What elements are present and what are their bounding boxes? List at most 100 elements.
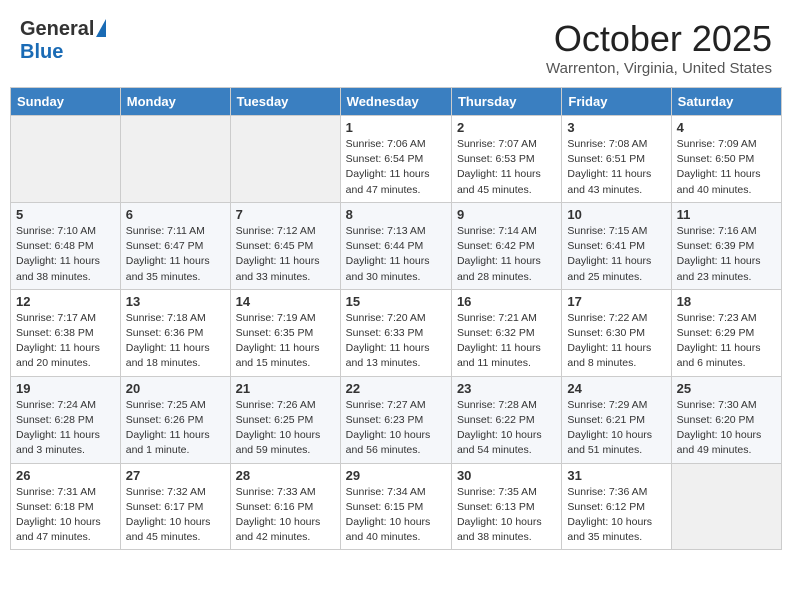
day-info: Sunrise: 7:19 AM Sunset: 6:35 PM Dayligh… bbox=[236, 311, 335, 372]
weekday-header-wednesday: Wednesday bbox=[340, 88, 451, 116]
day-number: 17 bbox=[567, 294, 665, 309]
day-number: 25 bbox=[677, 381, 776, 396]
calendar-cell: 23 Sunrise: 7:28 AM Sunset: 6:22 PM Dayli… bbox=[451, 376, 561, 463]
month-title: October 2025 bbox=[546, 18, 772, 60]
day-info: Sunrise: 7:11 AM Sunset: 6:47 PM Dayligh… bbox=[126, 224, 225, 285]
day-info: Sunrise: 7:24 AM Sunset: 6:28 PM Dayligh… bbox=[16, 398, 115, 459]
day-number: 20 bbox=[126, 381, 225, 396]
calendar-cell: 19 Sunrise: 7:24 AM Sunset: 6:28 PM Dayli… bbox=[11, 376, 121, 463]
day-number: 12 bbox=[16, 294, 115, 309]
calendar-cell: 1 Sunrise: 7:06 AM Sunset: 6:54 PM Daylig… bbox=[340, 116, 451, 203]
day-info: Sunrise: 7:22 AM Sunset: 6:30 PM Dayligh… bbox=[567, 311, 665, 372]
day-number: 8 bbox=[346, 207, 446, 222]
calendar-week-5: 26Sunrise: 7:31 AM Sunset: 6:18 PM Dayli… bbox=[11, 463, 782, 550]
weekday-header-friday: Friday bbox=[562, 88, 671, 116]
day-number: 18 bbox=[677, 294, 776, 309]
calendar-week-1: 1 Sunrise: 7:06 AM Sunset: 6:54 PM Daylig… bbox=[11, 116, 782, 203]
day-number: 16 bbox=[457, 294, 556, 309]
calendar-week-3: 12Sunrise: 7:17 AM Sunset: 6:38 PM Dayli… bbox=[11, 289, 782, 376]
day-number: 24 bbox=[567, 381, 665, 396]
weekday-header-row: SundayMondayTuesdayWednesdayThursdayFrid… bbox=[11, 88, 782, 116]
day-info: Sunrise: 7:21 AM Sunset: 6:32 PM Dayligh… bbox=[457, 311, 556, 372]
calendar-cell bbox=[230, 116, 340, 203]
calendar-cell: 13 Sunrise: 7:18 AM Sunset: 6:36 PM Dayli… bbox=[120, 289, 230, 376]
calendar-cell: 12Sunrise: 7:17 AM Sunset: 6:38 PM Dayli… bbox=[11, 289, 121, 376]
day-info: Sunrise: 7:16 AM Sunset: 6:39 PM Dayligh… bbox=[677, 224, 776, 285]
calendar-cell: 17 Sunrise: 7:22 AM Sunset: 6:30 PM Dayli… bbox=[562, 289, 671, 376]
day-info: Sunrise: 7:06 AM Sunset: 6:54 PM Dayligh… bbox=[346, 137, 446, 198]
calendar-cell: 2 Sunrise: 7:07 AM Sunset: 6:53 PM Daylig… bbox=[451, 116, 561, 203]
day-number: 15 bbox=[346, 294, 446, 309]
calendar-cell bbox=[120, 116, 230, 203]
calendar-cell: 16 Sunrise: 7:21 AM Sunset: 6:32 PM Dayli… bbox=[451, 289, 561, 376]
calendar-cell: 29 Sunrise: 7:34 AM Sunset: 6:15 PM Dayli… bbox=[340, 463, 451, 550]
day-info: Sunrise: 7:07 AM Sunset: 6:53 PM Dayligh… bbox=[457, 137, 556, 198]
calendar-week-2: 5 Sunrise: 7:10 AM Sunset: 6:48 PM Daylig… bbox=[11, 202, 782, 289]
calendar-cell: 28 Sunrise: 7:33 AM Sunset: 6:16 PM Dayli… bbox=[230, 463, 340, 550]
day-info: Sunrise: 7:29 AM Sunset: 6:21 PM Dayligh… bbox=[567, 398, 665, 459]
calendar-cell: 21Sunrise: 7:26 AM Sunset: 6:25 PM Dayli… bbox=[230, 376, 340, 463]
weekday-header-thursday: Thursday bbox=[451, 88, 561, 116]
calendar-cell: 25Sunrise: 7:30 AM Sunset: 6:20 PM Dayli… bbox=[671, 376, 781, 463]
calendar-table: SundayMondayTuesdayWednesdayThursdayFrid… bbox=[10, 87, 782, 550]
day-number: 31 bbox=[567, 468, 665, 483]
day-info: Sunrise: 7:23 AM Sunset: 6:29 PM Dayligh… bbox=[677, 311, 776, 372]
day-info: Sunrise: 7:18 AM Sunset: 6:36 PM Dayligh… bbox=[126, 311, 225, 372]
day-number: 27 bbox=[126, 468, 225, 483]
calendar-cell: 20 Sunrise: 7:25 AM Sunset: 6:26 PM Dayli… bbox=[120, 376, 230, 463]
location: Warrenton, Virginia, United States bbox=[546, 60, 772, 77]
calendar-week-4: 19 Sunrise: 7:24 AM Sunset: 6:28 PM Dayli… bbox=[11, 376, 782, 463]
day-number: 9 bbox=[457, 207, 556, 222]
day-number: 29 bbox=[346, 468, 446, 483]
day-info: Sunrise: 7:14 AM Sunset: 6:42 PM Dayligh… bbox=[457, 224, 556, 285]
day-number: 5 bbox=[16, 207, 115, 222]
calendar-cell: 22 Sunrise: 7:27 AM Sunset: 6:23 PM Dayli… bbox=[340, 376, 451, 463]
day-number: 1 bbox=[346, 120, 446, 135]
day-number: 23 bbox=[457, 381, 556, 396]
day-number: 22 bbox=[346, 381, 446, 396]
day-number: 6 bbox=[126, 207, 225, 222]
day-number: 30 bbox=[457, 468, 556, 483]
calendar-cell: 3 Sunrise: 7:08 AM Sunset: 6:51 PM Daylig… bbox=[562, 116, 671, 203]
calendar-cell: 14 Sunrise: 7:19 AM Sunset: 6:35 PM Dayli… bbox=[230, 289, 340, 376]
day-number: 13 bbox=[126, 294, 225, 309]
calendar-cell: 27 Sunrise: 7:32 AM Sunset: 6:17 PM Dayli… bbox=[120, 463, 230, 550]
weekday-header-tuesday: Tuesday bbox=[230, 88, 340, 116]
day-number: 7 bbox=[236, 207, 335, 222]
day-info: Sunrise: 7:28 AM Sunset: 6:22 PM Dayligh… bbox=[457, 398, 556, 459]
logo-blue-text: Blue bbox=[20, 41, 63, 64]
logo: General Blue bbox=[20, 18, 106, 64]
day-number: 28 bbox=[236, 468, 335, 483]
day-number: 2 bbox=[457, 120, 556, 135]
day-number: 3 bbox=[567, 120, 665, 135]
day-number: 19 bbox=[16, 381, 115, 396]
calendar-cell: 7Sunrise: 7:12 AM Sunset: 6:45 PM Daylig… bbox=[230, 202, 340, 289]
weekday-header-monday: Monday bbox=[120, 88, 230, 116]
day-number: 26 bbox=[16, 468, 115, 483]
day-number: 21 bbox=[236, 381, 335, 396]
calendar-cell: 6 Sunrise: 7:11 AM Sunset: 6:47 PM Daylig… bbox=[120, 202, 230, 289]
calendar-cell: 15 Sunrise: 7:20 AM Sunset: 6:33 PM Dayli… bbox=[340, 289, 451, 376]
day-number: 10 bbox=[567, 207, 665, 222]
header: General Blue October 2025 Warrenton, Vir… bbox=[10, 10, 782, 83]
day-info: Sunrise: 7:32 AM Sunset: 6:17 PM Dayligh… bbox=[126, 485, 225, 546]
calendar-cell: 24 Sunrise: 7:29 AM Sunset: 6:21 PM Dayli… bbox=[562, 376, 671, 463]
day-info: Sunrise: 7:35 AM Sunset: 6:13 PM Dayligh… bbox=[457, 485, 556, 546]
day-info: Sunrise: 7:25 AM Sunset: 6:26 PM Dayligh… bbox=[126, 398, 225, 459]
logo-general-text: General bbox=[20, 18, 94, 41]
day-number: 14 bbox=[236, 294, 335, 309]
day-number: 4 bbox=[677, 120, 776, 135]
calendar-cell: 8 Sunrise: 7:13 AM Sunset: 6:44 PM Daylig… bbox=[340, 202, 451, 289]
day-info: Sunrise: 7:08 AM Sunset: 6:51 PM Dayligh… bbox=[567, 137, 665, 198]
day-info: Sunrise: 7:33 AM Sunset: 6:16 PM Dayligh… bbox=[236, 485, 335, 546]
calendar-cell: 10Sunrise: 7:15 AM Sunset: 6:41 PM Dayli… bbox=[562, 202, 671, 289]
calendar-cell: 9 Sunrise: 7:14 AM Sunset: 6:42 PM Daylig… bbox=[451, 202, 561, 289]
day-info: Sunrise: 7:34 AM Sunset: 6:15 PM Dayligh… bbox=[346, 485, 446, 546]
day-info: Sunrise: 7:13 AM Sunset: 6:44 PM Dayligh… bbox=[346, 224, 446, 285]
calendar-cell: 26Sunrise: 7:31 AM Sunset: 6:18 PM Dayli… bbox=[11, 463, 121, 550]
day-info: Sunrise: 7:27 AM Sunset: 6:23 PM Dayligh… bbox=[346, 398, 446, 459]
day-info: Sunrise: 7:20 AM Sunset: 6:33 PM Dayligh… bbox=[346, 311, 446, 372]
day-info: Sunrise: 7:10 AM Sunset: 6:48 PM Dayligh… bbox=[16, 224, 115, 285]
weekday-header-saturday: Saturday bbox=[671, 88, 781, 116]
title-area: October 2025 Warrenton, Virginia, United… bbox=[546, 18, 772, 77]
